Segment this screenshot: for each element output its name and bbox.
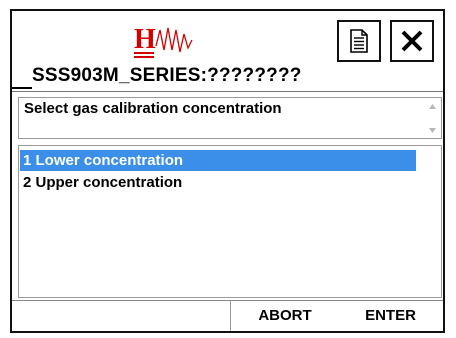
enter-button[interactable]: ENTER <box>338 301 443 331</box>
close-icon <box>401 30 423 52</box>
abort-button[interactable]: ABORT <box>230 301 340 331</box>
prompt-text: Select gas calibration concentration <box>24 100 282 117</box>
options-list[interactable]: 1 Lower concentration 2 Upper concentrat… <box>18 145 442 298</box>
hw-logo-icon: H <box>134 24 193 58</box>
logo-letter: H <box>134 24 156 55</box>
title-underline <box>12 87 32 89</box>
prompt-scrollbar[interactable] <box>424 98 441 138</box>
header-divider <box>12 91 443 92</box>
scroll-down-icon <box>429 128 436 133</box>
prompt-box: Select gas calibration concentration <box>18 97 442 139</box>
device-title: SSS903M_SERIES:???????? <box>32 65 302 86</box>
list-item-lower-concentration[interactable]: 1 Lower concentration <box>20 150 416 171</box>
list-item-upper-concentration[interactable]: 2 Upper concentration <box>20 172 416 193</box>
document-button[interactable] <box>337 20 381 62</box>
scroll-up-icon <box>429 104 436 109</box>
close-button[interactable] <box>390 20 434 62</box>
document-icon <box>350 29 368 53</box>
